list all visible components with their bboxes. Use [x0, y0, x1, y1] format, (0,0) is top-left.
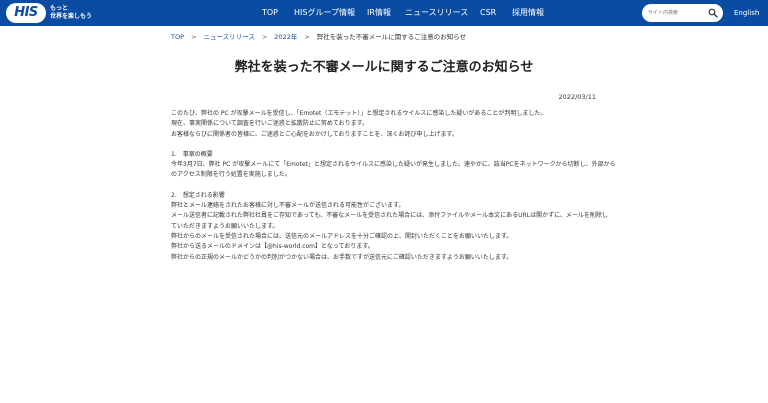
logo-tagline-1: もっと [50, 5, 69, 12]
page-title: 弊社を装った不審メールに関するご注意のお知らせ [234, 60, 534, 75]
impact-line: 弊社から送るメールのドメインは【@his-world.com】となっております。 [171, 243, 374, 251]
his-logo[interactable]: HIS もっと 世界を楽しもう [6, 3, 92, 23]
breadcrumb-separator: > [261, 33, 268, 41]
logo-tagline: もっと 世界を楽しもう [50, 5, 92, 21]
search-icon[interactable] [708, 8, 718, 18]
nav-item-ir[interactable]: IR情報 [367, 0, 391, 26]
impact-line: 弊社からのメールを受信された場合には、送信元のメールアドレスを十分ご確認の上、開… [171, 232, 513, 240]
breadcrumb-current: 弊社を装った不審メールに関するご注意のお知らせ [316, 33, 467, 41]
logo-mark: HIS [6, 3, 46, 23]
breadcrumb-top[interactable]: TOP [171, 33, 184, 41]
breadcrumb-year[interactable]: 2022年 [274, 33, 297, 41]
nav-item-news[interactable]: ニュースリリース [405, 0, 468, 26]
nav-item-recruit[interactable]: 採用情報 [512, 0, 544, 26]
overview-line: 今年3月7日、弊社 PC が攻撃メールにて「Emotet」と想定されるウイルスに… [171, 161, 616, 169]
nav-item-csr[interactable]: CSR [480, 0, 496, 26]
logo-tagline-2: 世界を楽しもう [50, 13, 92, 20]
nav-item-group-info[interactable]: HISグループ情報 [294, 0, 355, 26]
breadcrumb: TOP > ニュースリリース >2022年 > 弊社を装った不審メールに関するご注意のお知… [171, 31, 466, 41]
language-switch-english[interactable]: English [734, 0, 759, 26]
breadcrumb-separator: > [304, 33, 310, 41]
search-input[interactable] [648, 6, 708, 20]
impact-line: メール送信者に記載された弊社社員をご存知であっても、不審なメールを受信された場合… [171, 212, 608, 220]
article-body: このたび、弊社の PC が攻撃メールを受信し、「Emotet（エモテット）」と想… [171, 109, 616, 263]
publish-date: 2022/03/11 [558, 93, 596, 101]
breadcrumb-separator: > [191, 33, 197, 41]
site-header: HIS もっと 世界を楽しもう TOP HISグループ情報 IR情報 ニュースリ… [0, 0, 768, 26]
intro-line: 現在、事実関係について調査を行いご迷惑と拡散防止に努めております。 [171, 120, 369, 128]
overview-line: のアクセス制限を行う処置を実施しました。 [171, 171, 291, 179]
impact-line: 弊社からの正規のメールかどうかの判別がつかない場合は、お手数ですが送信元にご確認… [171, 253, 513, 261]
section-heading-overview: 1. 事案の概要 [171, 150, 213, 158]
impact-line: ていただきますようお願いいたします。 [171, 222, 279, 230]
intro-line: お客様ならびに関係者の皆様に、ご迷惑とご心配をおかけしておりますことを、深くお詫… [171, 130, 458, 138]
breadcrumb-news[interactable]: ニュースリリース [203, 33, 254, 41]
search-box [642, 4, 723, 22]
section-heading-impact: 2. 想定される影響 [171, 191, 225, 199]
nav-item-top[interactable]: TOP [262, 0, 278, 26]
intro-line: このたび、弊社の PC が攻撃メールを受信し、「Emotet（エモテット）」と想… [171, 110, 547, 117]
impact-line: 弊社とメール連絡をされたお客様に対し不審メールが送信される可能性がございます。 [171, 202, 405, 210]
